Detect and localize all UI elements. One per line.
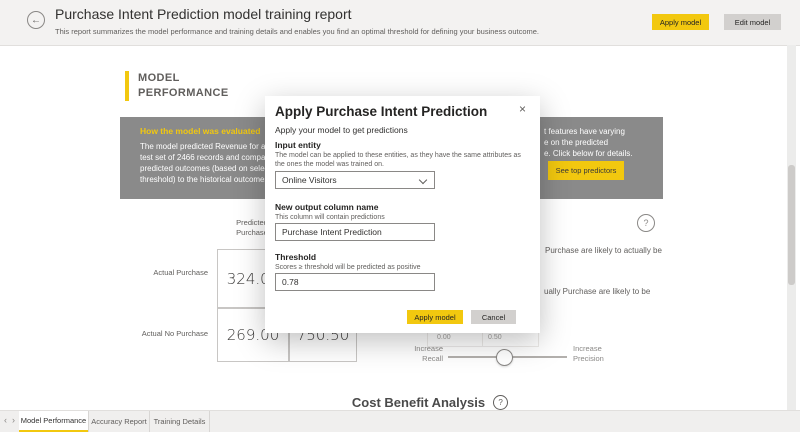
close-icon[interactable]: × <box>519 102 526 116</box>
vertical-scrollbar[interactable] <box>787 45 796 432</box>
dialog-title: Apply Purchase Intent Prediction <box>275 104 487 119</box>
cost-benefit-heading: Cost Benefit Analysis ? <box>300 395 560 410</box>
output-column-input[interactable] <box>275 223 435 241</box>
tab-model-performance[interactable]: Model Performance <box>19 411 88 432</box>
precision-explainer-text: Purchase are likely to actually be <box>545 246 662 255</box>
edit-model-button[interactable]: Edit model <box>724 14 781 30</box>
slider-label-increase-recall: Increase Recall <box>405 344 443 364</box>
report-header: ← Purchase Intent Prediction model train… <box>0 0 800 46</box>
tab-next-icon[interactable]: › <box>12 415 15 425</box>
input-entity-selected-value: Online Visitors <box>282 175 337 185</box>
dialog-apply-model-button[interactable]: Apply model <box>407 310 463 324</box>
page-subtitle: This report summarizes the model perform… <box>55 27 539 36</box>
see-top-predictors-button[interactable]: See top predictors <box>548 161 624 180</box>
scrollbar-thumb[interactable] <box>788 165 795 285</box>
banner-right-text: t features have varying e on the predict… <box>544 126 662 159</box>
back-button[interactable]: ← <box>27 11 45 29</box>
model-performance-heading: MODEL PERFORMANCE <box>125 71 229 101</box>
tab-accuracy-report[interactable]: Accuracy Report <box>88 411 150 432</box>
app-window: ← Purchase Intent Prediction model train… <box>0 0 800 432</box>
threshold-slider-handle[interactable] <box>496 349 513 366</box>
threshold-label: Threshold <box>275 252 316 262</box>
threshold-input[interactable] <box>275 273 435 291</box>
threshold-description: Scores ≥ threshold will be predicted as … <box>275 263 527 272</box>
dialog-subtitle: Apply your model to get predictions <box>275 125 408 135</box>
input-entity-label: Input entity <box>275 140 321 150</box>
apply-model-dialog: Apply Purchase Intent Prediction × Apply… <box>265 96 540 333</box>
input-entity-dropdown[interactable]: Online Visitors <box>275 171 435 189</box>
page-title: Purchase Intent Prediction model trainin… <box>55 6 352 22</box>
matrix-row-label-actual-no-purchase: Actual No Purchase <box>96 329 208 338</box>
help-icon[interactable]: ? <box>637 214 655 232</box>
threshold-tick-0: 0.00 <box>437 334 451 341</box>
tab-prev-icon[interactable]: ‹ <box>4 415 7 425</box>
slider-label-increase-precision: Increase Precision <box>573 344 604 364</box>
input-entity-description: The model can be applied to these entiti… <box>275 151 527 169</box>
arrow-left-icon: ← <box>31 15 41 26</box>
chevron-down-icon <box>419 176 427 184</box>
threshold-tick-50: 0.50 <box>488 334 502 341</box>
apply-model-button[interactable]: Apply model <box>652 14 709 30</box>
output-column-label: New output column name <box>275 202 378 212</box>
recall-explainer-text: ually Purchase are likely to be <box>544 287 650 296</box>
report-tab-bar: ‹ › Model Performance Accuracy Report Tr… <box>0 410 800 432</box>
help-icon[interactable]: ? <box>493 395 508 410</box>
output-column-description: This column will contain predictions <box>275 213 527 222</box>
tab-training-details[interactable]: Training Details <box>150 411 210 432</box>
dialog-cancel-button[interactable]: Cancel <box>471 310 516 324</box>
matrix-row-label-actual-purchase: Actual Purchase <box>96 268 208 277</box>
